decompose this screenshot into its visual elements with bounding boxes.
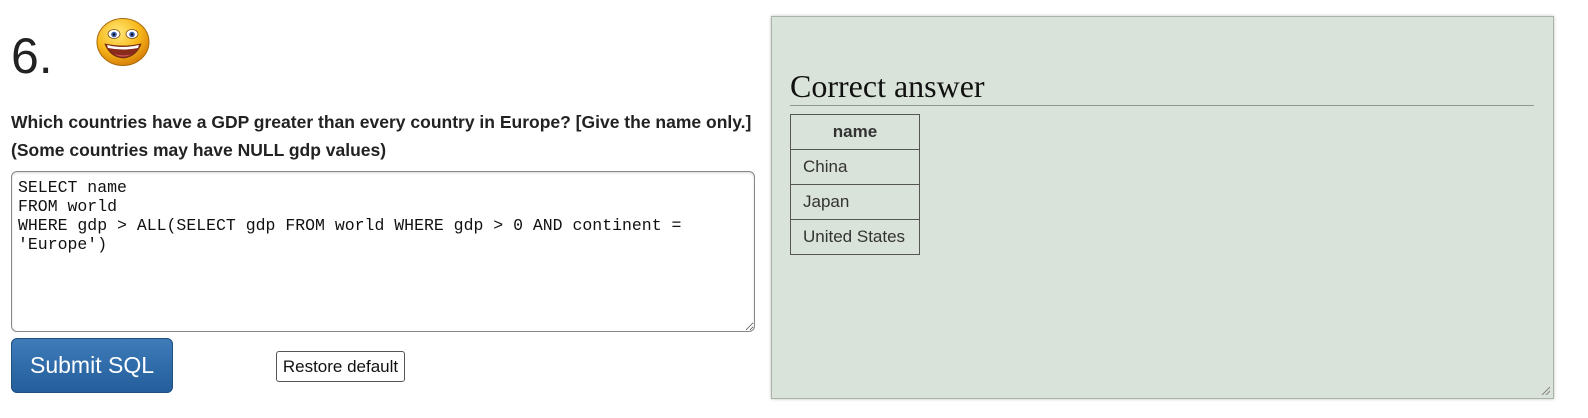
answer-title: Correct answer — [790, 68, 985, 104]
table-cell: Japan — [790, 184, 920, 220]
answer-panel: Correct answer name China Japan United S… — [771, 16, 1554, 399]
table-cell: China — [790, 149, 920, 185]
question-number: 6. — [11, 28, 53, 84]
table-row: Japan — [790, 184, 920, 220]
table-header-row: name — [790, 114, 920, 150]
sql-editor[interactable] — [11, 171, 755, 332]
submit-sql-button[interactable]: Submit SQL — [11, 338, 173, 393]
column-header-name: name — [790, 114, 920, 150]
smiley-face-icon — [96, 18, 150, 66]
table-row: United States — [790, 219, 920, 255]
question-line-1: Which countries have a GDP greater than … — [11, 112, 752, 132]
question-text: Which countries have a GDP greater than … — [11, 108, 761, 164]
answer-divider — [790, 105, 1534, 106]
restore-default-button[interactable]: Restore default — [276, 351, 405, 382]
question-line-2: (Some countries may have NULL gdp values… — [11, 140, 387, 160]
resize-handle[interactable] — [1542, 387, 1550, 395]
table-row: China — [790, 149, 920, 185]
table-cell: United States — [790, 219, 920, 255]
result-table: name China Japan United States — [790, 114, 920, 255]
